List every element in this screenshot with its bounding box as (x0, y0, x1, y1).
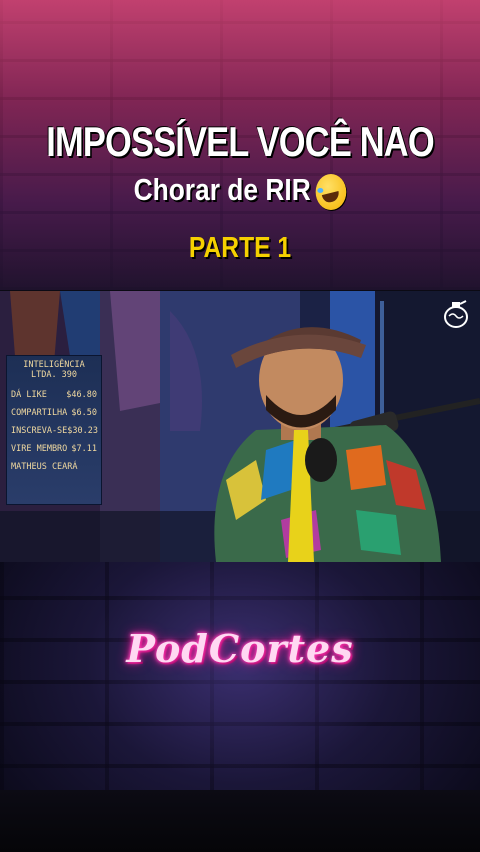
part-label: PARTE 1 (188, 232, 292, 264)
price-board-header: INTELIGÊNCIA LTDA. 390 (11, 360, 97, 380)
board-row-label: MATHEUS CEARÁ (11, 462, 78, 473)
board-header-line-2: LTDA. 390 (30, 370, 78, 381)
title-line-2-text: Chorar de RIR (133, 172, 311, 207)
title-line-1: IMPOSSÍVEL VOCÊ NAO (46, 118, 434, 165)
board-row: COMPARTILHA $6.50 (11, 408, 97, 418)
board-header-line-1: INTELIGÊNCIA (23, 360, 85, 370)
board-row: INSCREVA-SE $30.23 (11, 426, 99, 437)
brain-grenade-icon (444, 300, 468, 328)
rolling-laughing-emoji-icon (315, 173, 347, 210)
board-row-label: DÁ LIKE (11, 390, 47, 401)
board-row-value: $6.50 (71, 408, 97, 419)
board-row-value: $7.11 (71, 444, 97, 455)
board-row-label: VIRE MEMBRO (11, 444, 68, 455)
podcortes-watermark: PodCortes (126, 626, 354, 671)
board-row-label: COMPARTILHA (11, 408, 68, 419)
title-line-2: Chorar de RIR (36, 172, 444, 210)
board-row: VIRE MEMBRO $7.11 (11, 444, 97, 454)
board-row: DÁ LIKE $46.80 (11, 390, 97, 400)
board-row-value: $30.23 (67, 426, 99, 437)
floor-shadow (0, 790, 480, 852)
board-row-label: INSCREVA-SE (11, 426, 68, 437)
host-figure (214, 327, 441, 562)
price-board: INTELIGÊNCIA LTDA. 390 DÁ LIKE $46.80 COM… (6, 355, 102, 505)
board-row: MATHEUS CEARÁ (11, 462, 97, 472)
board-row-value: $46.80 (66, 390, 97, 401)
